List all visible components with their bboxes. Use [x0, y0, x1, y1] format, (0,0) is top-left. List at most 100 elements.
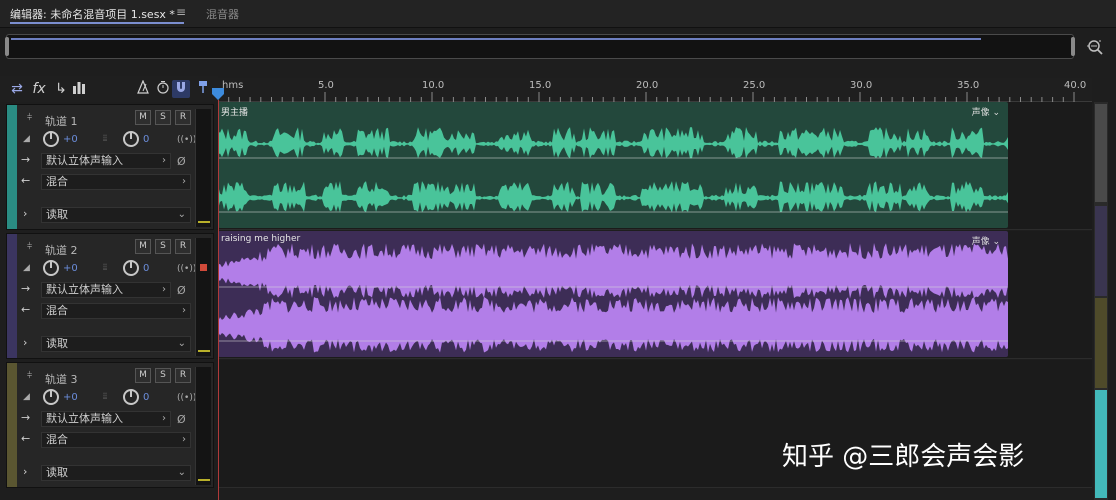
record-arm-button[interactable]: R — [175, 239, 191, 254]
track-name[interactable]: 轨道 3 — [45, 371, 78, 387]
track-header: ⫩ 轨道 2 M S R I ◢ +0 ⦙⦙ 0 ((•)) → 默认立体声输入… — [6, 233, 214, 359]
track-lane[interactable]: 男主播 声像 ⌄ — [218, 102, 1092, 230]
audio-clip[interactable]: 男主播 声像 ⌄ — [218, 102, 1008, 228]
output-select[interactable]: 混合 › — [41, 432, 191, 448]
ruler-unit-label: hms — [222, 80, 244, 91]
pan-value[interactable]: 0 — [143, 263, 149, 274]
output-select[interactable]: 混合 › — [41, 174, 191, 190]
navigator-handle-right[interactable] — [1071, 37, 1075, 56]
panel-tab-bar: 编辑器: 未命名混音项目 1.sesx * ≡ 混音器 — [0, 0, 1116, 28]
volume-value[interactable]: +0 — [63, 263, 78, 274]
phase-invert-icon[interactable]: Ø — [177, 284, 186, 297]
scroll-track-segment — [1095, 298, 1107, 388]
volume-value[interactable]: +0 — [63, 134, 78, 145]
clip-pan-menu[interactable]: 声像 ⌄ — [972, 105, 1000, 118]
track-lane[interactable]: raising me higher 声像 ⌄ — [218, 231, 1092, 359]
mute-button[interactable]: M — [135, 239, 151, 254]
clip-name: 男主播 — [221, 108, 249, 118]
expand-chevron-icon[interactable]: › — [23, 207, 27, 220]
ruler-tick-label: 30.0 — [850, 80, 873, 91]
metronome-icon[interactable] — [134, 79, 152, 98]
navigator-handle-left[interactable] — [5, 37, 9, 56]
track-name[interactable]: 轨道 1 — [45, 113, 78, 129]
input-select[interactable]: 默认立体声输入 › — [41, 282, 171, 298]
track-name[interactable]: 轨道 2 — [45, 242, 78, 258]
stereo-icon: ((•)) — [177, 135, 197, 145]
tab-editor[interactable]: 编辑器: 未命名混音项目 1.sesx * — [10, 6, 175, 22]
input-select[interactable]: 默认立体声输入 › — [41, 153, 171, 169]
scroll-thumb[interactable] — [1095, 104, 1107, 202]
clip-pan-menu[interactable]: 声像 ⌄ — [972, 234, 1000, 247]
input-select[interactable]: 默认立体声输入 › — [41, 411, 171, 427]
volume-icon: ◢ — [23, 392, 30, 402]
zoom-icon[interactable] — [1086, 38, 1104, 56]
chevron-right-icon: › — [162, 413, 166, 424]
tab-active-indicator — [10, 22, 184, 24]
output-arrow-icon: ← — [21, 432, 31, 445]
waveform-icon: ⫩ — [27, 371, 33, 381]
volume-value[interactable]: +0 — [63, 392, 78, 403]
expand-chevron-icon[interactable]: › — [23, 336, 27, 349]
mute-button[interactable]: M — [135, 110, 151, 125]
ruler-tick-label: 15.0 — [529, 80, 552, 91]
waveform-icon: ⫩ — [27, 242, 33, 252]
automation-mode-select[interactable]: 读取 ⌄ — [41, 465, 191, 481]
pan-knob[interactable] — [123, 131, 139, 147]
volume-knob[interactable] — [43, 389, 59, 405]
phase-invert-icon[interactable]: Ø — [177, 155, 186, 168]
chevron-down-icon: ⌄ — [177, 209, 186, 220]
volume-knob[interactable] — [43, 260, 59, 276]
pan-knob[interactable] — [123, 389, 139, 405]
automation-label: 读取 — [46, 208, 68, 221]
record-arm-button[interactable]: R — [175, 110, 191, 125]
tab-mixer[interactable]: 混音器 — [206, 6, 239, 22]
marker-pin-icon[interactable] — [194, 80, 212, 98]
vertical-scrollbar[interactable] — [1094, 102, 1108, 500]
phase-invert-icon[interactable]: Ø — [177, 413, 186, 426]
mute-button[interactable]: M — [135, 368, 151, 383]
output-label: 混合 — [46, 433, 68, 446]
track-header: ⫩ 轨道 1 M S R I ◢ +0 ⦙⦙ 0 ((•)) → 默认立体声输入… — [6, 104, 214, 230]
audio-clip[interactable]: raising me higher 声像 ⌄ — [218, 231, 1008, 357]
ruler-tick-label: 10.0 — [422, 80, 445, 91]
track-level-meter — [195, 109, 211, 227]
clip-pan-label: 声像 — [971, 108, 990, 118]
playhead-line — [218, 100, 219, 500]
timer-icon[interactable] — [154, 80, 172, 98]
panel-menu-icon[interactable]: ≡ — [176, 5, 186, 19]
automation-mode-select[interactable]: 读取 ⌄ — [41, 336, 191, 352]
playhead-handle[interactable] — [212, 88, 224, 100]
pan-value[interactable]: 0 — [143, 392, 149, 403]
output-arrow-icon: ← — [21, 303, 31, 316]
pan-knob[interactable] — [123, 260, 139, 276]
track-color-strip — [7, 105, 17, 229]
output-arrow-icon: ← — [21, 174, 31, 187]
snap-magnet-icon[interactable] — [172, 80, 190, 98]
pan-icon: ⦙⦙ — [103, 263, 108, 273]
zoom-navigator[interactable] — [5, 34, 1075, 59]
ruler-tick-label: 20.0 — [636, 80, 659, 91]
chevron-right-icon: › — [182, 305, 186, 316]
volume-knob[interactable] — [43, 131, 59, 147]
solo-button[interactable]: S — [155, 239, 171, 254]
ruler-tick-label: 5.0 — [318, 80, 334, 91]
fx-icon[interactable]: fx — [30, 80, 48, 98]
meter-bars-icon[interactable] — [70, 80, 88, 98]
automation-mode-select[interactable]: 读取 ⌄ — [41, 207, 191, 223]
swap-icon[interactable]: ⇄ — [8, 80, 26, 98]
input-arrow-icon: → — [21, 411, 31, 424]
record-arm-button[interactable]: R — [175, 368, 191, 383]
pan-value[interactable]: 0 — [143, 134, 149, 145]
solo-button[interactable]: S — [155, 110, 171, 125]
watermark: 知乎 @三郎会声会影 — [782, 442, 1025, 472]
time-ruler[interactable]: hms 5.0 10.0 15.0 20.0 25.0 30.0 35.0 40… — [218, 78, 1092, 102]
output-select[interactable]: 混合 › — [41, 303, 191, 319]
send-icon[interactable]: ↳ — [52, 80, 70, 98]
chevron-right-icon: › — [162, 284, 166, 295]
ruler-tick-label: 40.0 — [1064, 80, 1087, 91]
meter-segment — [198, 479, 210, 481]
track-header: ⫩ 轨道 3 M S R I ◢ +0 ⦙⦙ 0 ((•)) → 默认立体声输入… — [6, 362, 214, 488]
solo-button[interactable]: S — [155, 368, 171, 383]
expand-chevron-icon[interactable]: › — [23, 465, 27, 478]
input-label: 默认立体声输入 — [46, 283, 123, 296]
